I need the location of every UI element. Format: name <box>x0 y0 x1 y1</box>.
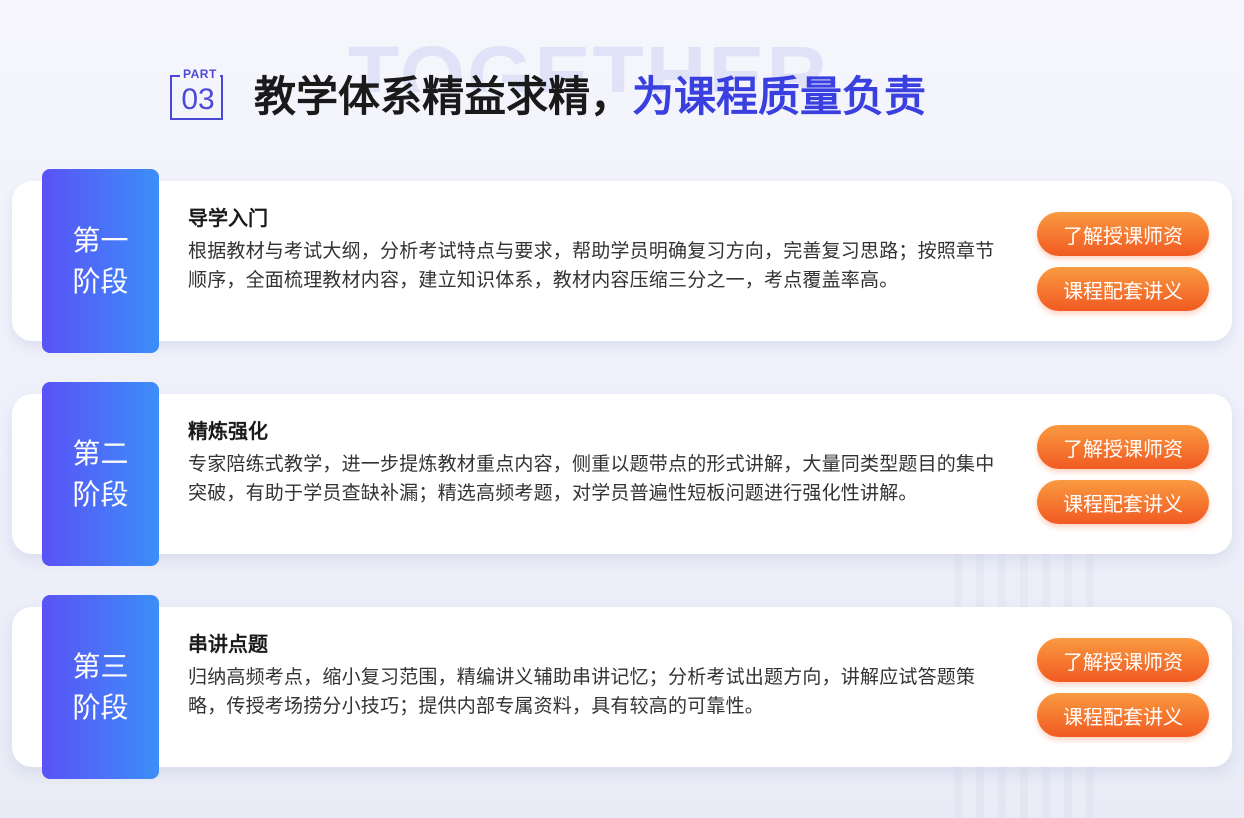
stage-card-3: 第三 阶段 串讲点题 归纳高频考点，缩小复习范围，精编讲义辅助串讲记忆；分析考试… <box>12 595 1232 779</box>
part-label: PART <box>180 67 220 81</box>
stage-card-1: 第一 阶段 导学入门 根据教材与考试大纲，分析考试特点与要求，帮助学员明确复习方… <box>12 169 1232 353</box>
stage-tag-line2: 阶段 <box>72 265 129 298</box>
stage-description: 归纳高频考点，缩小复习范围，精编讲义辅助串讲记忆；分析考试出题方向，讲解应试答题… <box>188 666 976 717</box>
page-title-accent: 为课程质量负责 <box>632 72 927 121</box>
stage-card-2: 第二 阶段 精炼强化 专家陪练式教学，进一步提炼教材重点内容，侧重以题带点的形式… <box>12 382 1232 566</box>
teachers-button[interactable]: 了解授课师资 <box>1037 212 1209 256</box>
stage-tag-2: 第二 阶段 <box>42 382 159 566</box>
page-title-main: 教学体系精益求精， <box>254 72 633 121</box>
stage-title: 导学入门 <box>188 206 268 230</box>
stage-tag-line1: 第三 <box>72 650 129 683</box>
stage-description: 根据教材与考试大纲，分析考试特点与要求，帮助学员明确复习方向，完善复习思路；按照… <box>188 240 995 291</box>
course-materials-button[interactable]: 课程配套讲义 <box>1037 267 1209 311</box>
stage-tag-line2: 阶段 <box>72 691 129 724</box>
course-materials-button[interactable]: 课程配套讲义 <box>1037 480 1209 524</box>
course-materials-button[interactable]: 课程配套讲义 <box>1037 693 1209 737</box>
teachers-button[interactable]: 了解授课师资 <box>1037 425 1209 469</box>
stage-tag-3: 第三 阶段 <box>42 595 159 779</box>
part-number: 03 <box>181 83 215 116</box>
stage-tag-1: 第一 阶段 <box>42 169 159 353</box>
stage-title: 串讲点题 <box>188 632 268 656</box>
teachers-button[interactable]: 了解授课师资 <box>1037 638 1209 682</box>
stage-tag-line1: 第一 <box>72 224 129 257</box>
stage-tag-line1: 第二 <box>72 437 129 470</box>
stage-title: 精炼强化 <box>188 419 268 443</box>
stage-description: 专家陪练式教学，进一步提炼教材重点内容，侧重以题带点的形式讲解，大量同类型题目的… <box>188 453 995 504</box>
stage-tag-line2: 阶段 <box>72 478 129 511</box>
part-badge: PART 03 <box>170 67 226 122</box>
page-title: 教学体系精益求精，为课程质量负责 <box>254 66 926 128</box>
